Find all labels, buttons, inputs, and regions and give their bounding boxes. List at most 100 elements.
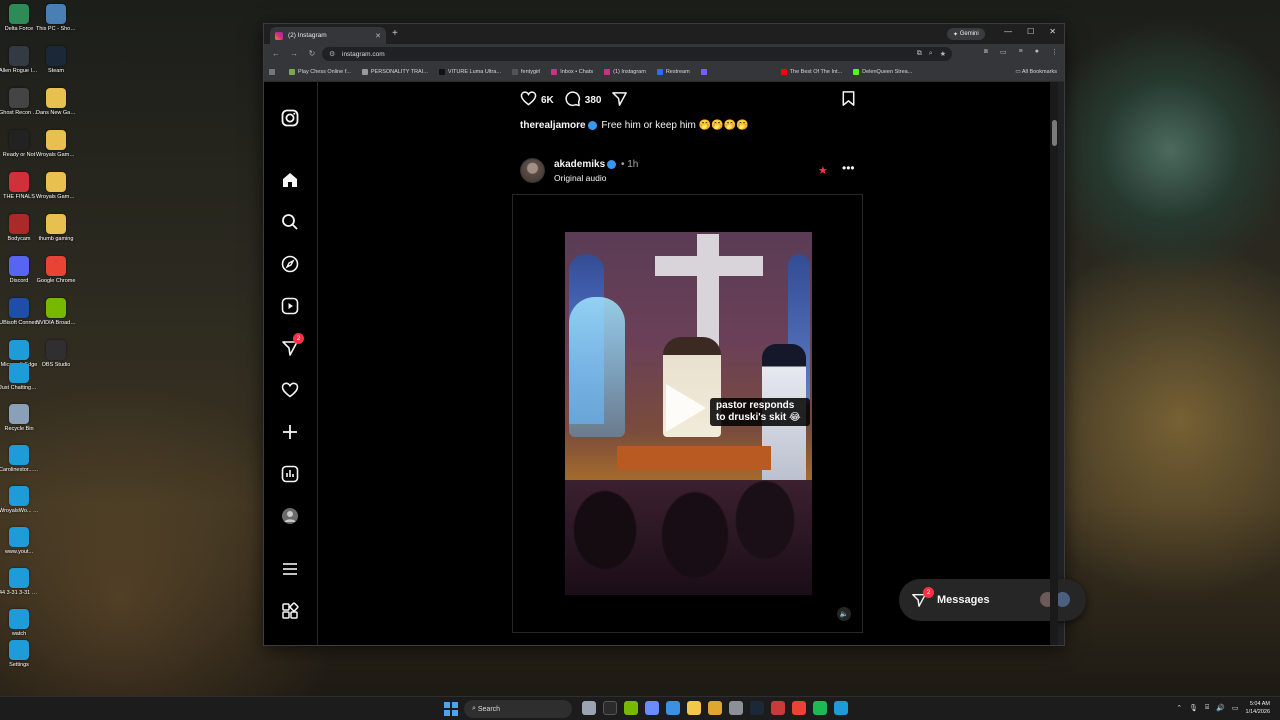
desktop-icon[interactable]: WroyalsWo... Wercyelse... — [0, 485, 39, 515]
install-icon[interactable]: ⧉ — [917, 50, 922, 58]
extensions-icon[interactable]: ⧈ — [984, 48, 988, 56]
more-menu-icon[interactable] — [280, 559, 300, 579]
post-more-options-icon[interactable]: ••• — [842, 161, 855, 175]
search-icon[interactable] — [280, 212, 300, 232]
task-view-icon[interactable] — [582, 701, 596, 715]
battery-icon[interactable]: ▭ — [1232, 704, 1239, 712]
profile-icon[interactable]: ● — [1035, 48, 1039, 56]
maximize-button[interactable]: ☐ — [1027, 27, 1034, 36]
desktop-icon[interactable]: Allen Rogue Incursion ... — [0, 46, 39, 75]
scrollbar-thumb[interactable] — [1052, 120, 1057, 146]
desktop-icon[interactable]: Ready or Not — [0, 130, 38, 159]
network-icon[interactable]: ⌸ — [1205, 704, 1209, 712]
start-button[interactable] — [444, 702, 458, 716]
desktop-icon[interactable]: Just ChattingWi... — [0, 363, 39, 392]
explore-icon[interactable] — [280, 254, 300, 274]
spotify-icon[interactable] — [813, 701, 827, 715]
bookmark-item[interactable]: Inbox • Chats — [551, 69, 593, 75]
reload-button[interactable]: ↻ — [306, 49, 318, 58]
like-heart-icon[interactable] — [520, 90, 537, 110]
desktop-icon[interactable]: thumb gaming — [37, 214, 75, 243]
site-info-icon[interactable]: ⚙ — [329, 50, 335, 58]
settings-icon[interactable] — [729, 701, 743, 715]
all-bookmarks-folder[interactable]: ▭ All Bookmarks — [1015, 69, 1057, 75]
back-button[interactable]: ← — [270, 49, 282, 58]
bookmark-star-icon[interactable]: ★ — [940, 50, 946, 58]
bookmark-item[interactable]: VITURE Luma Ultra... — [438, 69, 501, 75]
post-video[interactable]: pastor responds to druski's skit 😂 🔈 — [512, 194, 863, 633]
reels-icon[interactable] — [280, 296, 300, 316]
menu-icon[interactable]: ⋮ — [1051, 48, 1058, 56]
new-tab-button[interactable]: + — [392, 28, 398, 39]
share-icon[interactable] — [611, 90, 628, 110]
home-icon[interactable] — [280, 170, 300, 190]
desktop-icon[interactable]: 44 3-31 3-31 Now playin... — [0, 567, 39, 597]
create-plus-icon[interactable] — [280, 422, 300, 442]
microphone-icon[interactable]: 🎙 — [1189, 704, 1198, 712]
app-icon[interactable] — [771, 701, 785, 715]
bookmark-item[interactable] — [700, 69, 710, 75]
play-icon[interactable] — [666, 384, 706, 432]
desktop-icon[interactable]: NVIDIA Broadcast — [36, 298, 76, 327]
nvidia-icon[interactable] — [624, 701, 638, 715]
clock[interactable]: 5:04 AM 1/14/2026 — [1246, 700, 1270, 716]
page-scrollbar[interactable] — [1050, 82, 1058, 645]
store-icon[interactable] — [708, 701, 722, 715]
split-view-icon[interactable]: ▭ — [1000, 48, 1007, 56]
volume-icon[interactable]: 🔊 — [1216, 704, 1225, 712]
desktop-icon[interactable]: Dans New Gaming PICS — [36, 88, 76, 117]
desktop-icon[interactable]: Settings — [0, 640, 38, 669]
desktop-icon[interactable]: OBS Studio — [37, 340, 75, 369]
bookmark-item[interactable]: DelenQueen Strea... — [853, 69, 912, 75]
desktop-icon[interactable]: Delta Force — [0, 4, 38, 33]
minimize-button[interactable]: — — [1004, 27, 1012, 36]
steam-icon[interactable] — [750, 701, 764, 715]
desktop-icon[interactable]: Discord — [0, 256, 38, 285]
file-explorer-icon[interactable] — [687, 701, 701, 715]
desktop-icon[interactable]: Bodycam — [0, 214, 38, 243]
close-tab-icon[interactable]: ✕ — [375, 32, 381, 40]
close-window-button[interactable]: ✕ — [1049, 27, 1056, 36]
desktop-icon[interactable]: Steam — [37, 46, 75, 75]
desktop-icon[interactable]: Wroyals Games 2 — [36, 130, 76, 159]
bookmark-item[interactable]: Play Chess Online f... — [289, 69, 351, 75]
copilot-icon[interactable] — [645, 701, 659, 715]
save-bookmark-icon[interactable] — [841, 90, 856, 110]
comment-icon[interactable] — [564, 90, 581, 110]
address-bar[interactable]: ⚙ instagram.com ⧉ ⌕ ★ — [322, 47, 952, 61]
forward-button[interactable]: → — [288, 49, 300, 58]
post-audio-link[interactable]: Original audio — [554, 173, 606, 183]
terminal-icon[interactable] — [603, 701, 617, 715]
messages-nav-icon[interactable]: 2 — [280, 333, 304, 358]
media-controls-icon[interactable]: ≡ — [1019, 48, 1023, 56]
tab-instagram[interactable]: (2) Instagram ✕ — [270, 27, 386, 44]
browser-icon[interactable] — [666, 701, 680, 715]
apps-icon[interactable] — [269, 69, 278, 75]
chrome-icon[interactable] — [792, 701, 806, 715]
instagram-logo-icon[interactable] — [280, 108, 300, 128]
bookmark-item[interactable]: Restream — [656, 69, 690, 75]
desktop-icon[interactable]: Recycle Bin — [0, 404, 38, 433]
desktop-icon[interactable]: This PC - Shortcut — [36, 4, 76, 33]
desktop-icon[interactable]: Ghost Recon Breakpoint — [0, 88, 39, 117]
bookmark-item[interactable]: PERSONALITY TRAI... — [361, 69, 428, 75]
edge-icon[interactable] — [834, 701, 848, 715]
desktop-icon[interactable]: Wroyals Games 4 — [36, 172, 76, 201]
dashboard-icon[interactable] — [280, 464, 300, 484]
bookmark-item[interactable]: (1) Instagram — [604, 69, 646, 75]
desktop-icon[interactable]: THE FINALS — [0, 172, 38, 201]
post-username[interactable]: akademiks — [554, 159, 605, 170]
mute-audio-icon[interactable]: 🔈 — [837, 607, 851, 621]
notifications-heart-icon[interactable] — [280, 380, 300, 400]
desktop-icon[interactable]: UBisoft Connect — [0, 298, 39, 327]
also-from-meta-icon[interactable] — [280, 601, 300, 621]
chevron-up-icon[interactable]: ⌃ — [1176, 704, 1182, 712]
bookmark-item[interactable]: The Best Of The Int... — [780, 69, 842, 75]
profile-avatar[interactable] — [280, 506, 300, 526]
desktop-icon[interactable]: Google Chrome — [37, 256, 75, 285]
bookmark-item[interactable]: fentygirl — [512, 69, 540, 75]
post-author-avatar[interactable] — [520, 158, 545, 183]
desktop-icon[interactable]: www.yout... — [0, 526, 38, 556]
caption-username[interactable]: therealjamore — [520, 120, 586, 131]
desktop-icon[interactable]: watch — [0, 608, 38, 638]
